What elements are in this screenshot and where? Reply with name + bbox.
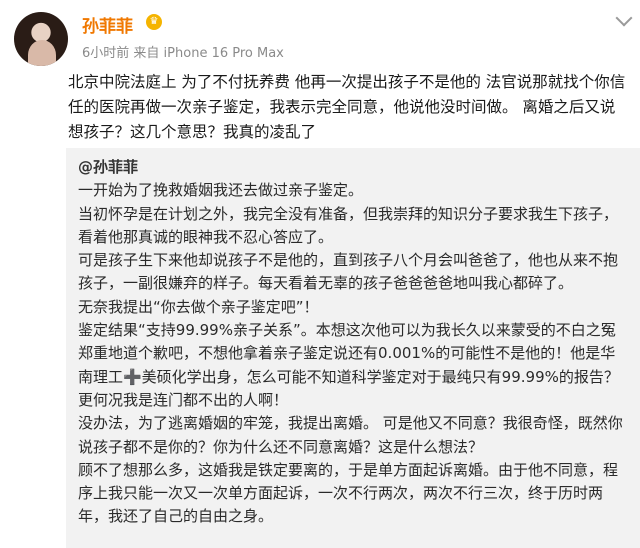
post-meta: 6小时前 来自 iPhone 16 Pro Max [82, 42, 284, 61]
crown-icon: ♛ [146, 14, 162, 30]
quoted-post[interactable]: @孙菲菲 一开始为了挽救婚姻我还去做过亲子鉴定。 当初怀孕是在计划之外，我完全没… [66, 148, 640, 548]
chevron-down-icon[interactable] [615, 9, 633, 27]
author-name[interactable]: 孙菲菲 [82, 12, 133, 37]
avatar[interactable] [14, 12, 68, 66]
quote-paragraph: 鉴定结果“支持99.99%亲子关系”。本想这次他可以为我长久以来蒙受的不白之冤郑… [78, 321, 619, 409]
weibo-post: 孙菲菲 ♛ 6小时前 来自 iPhone 16 Pro Max 北京中院法庭上 … [0, 0, 640, 548]
post-header: 孙菲菲 ♛ 6小时前 来自 iPhone 16 Pro Max [14, 9, 640, 70]
quote-paragraph: 当初怀孕是在计划之外，我完全没有准备，但我崇拜的知识分子要求我生下孩子，看着他那… [78, 204, 619, 246]
post-text: 北京中院法庭上 为了不付抚养费 他再一次提出孩子不是他的 法官说那就找个你信任的… [68, 73, 626, 141]
post-source: 来自 iPhone 16 Pro Max [133, 46, 284, 61]
quote-paragraph: 没办法，为了逃离婚姻的牢笼，我提出离婚。 可是他又不同意？我很奇怪，既然你说孩子… [78, 414, 623, 456]
quote-paragraph: 无奈我提出“你去做个亲子鉴定吧”！ [78, 297, 319, 316]
quote-paragraph: 一开始为了挽救婚姻我还去做过亲子鉴定。 [78, 181, 364, 200]
post-time: 6小时前 [82, 46, 130, 61]
quote-paragraph: 可是孩子生下来他却说孩子不是他的，直到孩子八个月会叫爸爸了，他也从来不抱孩子，一… [78, 251, 619, 293]
quote-paragraph: 顾不了想那么多，这婚我是铁定要离的，于是单方面起诉离婚。由于他不同意，程序上我只… [78, 460, 619, 526]
quote-author[interactable]: @孙菲菲 [78, 156, 630, 179]
